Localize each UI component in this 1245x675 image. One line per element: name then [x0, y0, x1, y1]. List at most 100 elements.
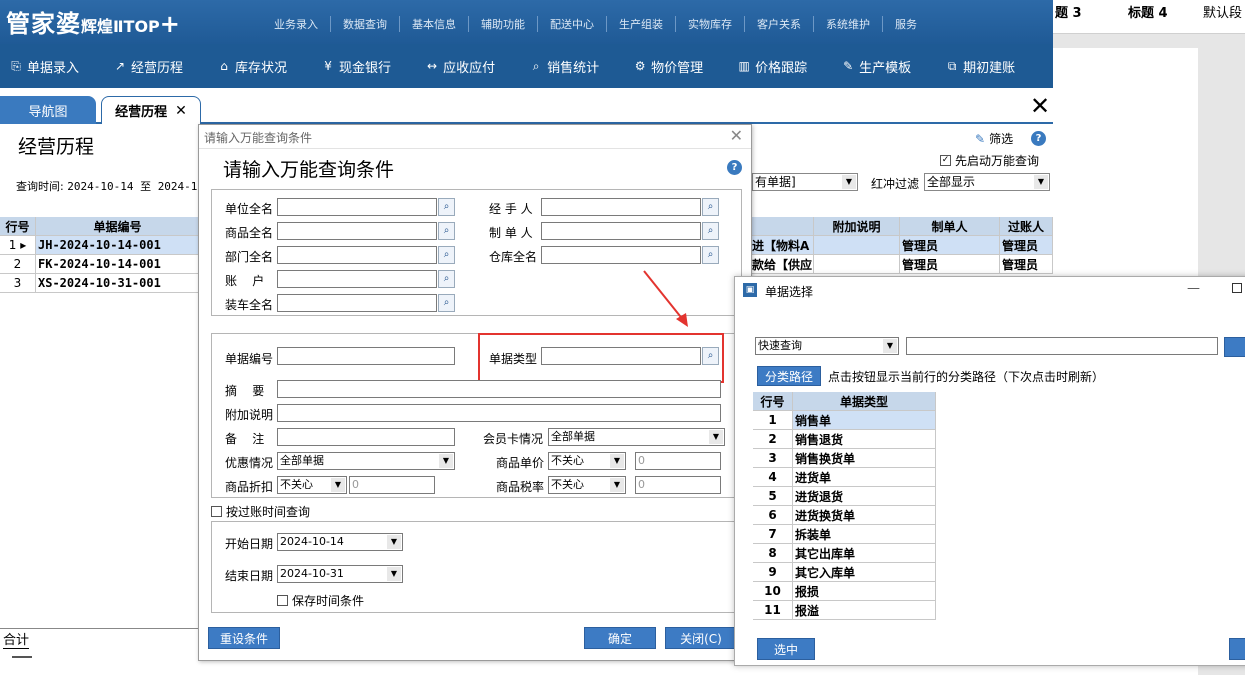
tax-rate-select[interactable]: 不关心 ▼: [548, 476, 626, 494]
warehouse-field[interactable]: [541, 246, 701, 264]
bill-filter-select[interactable]: 有单据] ▼: [752, 173, 858, 191]
table-row[interactable]: 2 销售退货: [753, 430, 936, 449]
department-field[interactable]: [277, 246, 437, 264]
table-row[interactable]: 3 销售换货单: [753, 449, 936, 468]
category-path-button[interactable]: 分类路径: [757, 366, 821, 386]
chevron-down-icon[interactable]: ▼: [842, 175, 856, 189]
search-icon[interactable]: ⌕: [438, 246, 455, 264]
chevron-down-icon[interactable]: ▼: [610, 478, 624, 492]
chevron-down-icon[interactable]: ▼: [709, 430, 723, 444]
reset-button[interactable]: 重设条件: [208, 627, 280, 649]
extra-field[interactable]: [277, 404, 721, 422]
save-time-checkbox[interactable]: 保存时间条件: [277, 592, 364, 609]
toolbar-stock-status[interactable]: ⌂ 库存状况: [217, 57, 287, 76]
search-icon[interactable]: ⌕: [702, 198, 719, 216]
account-field[interactable]: [277, 270, 437, 288]
table-row[interactable]: 3 XS-2024-10-31-001: [0, 274, 200, 293]
chevron-down-icon[interactable]: ▼: [387, 567, 401, 581]
search-icon[interactable]: ⌕: [702, 222, 719, 240]
menu-data-query[interactable]: 数据查询: [331, 16, 400, 32]
search-icon[interactable]: ⌕: [438, 222, 455, 240]
cancel-button[interactable]: [1229, 638, 1245, 660]
table-row[interactable]: 1 销售单: [753, 411, 936, 430]
loading-field[interactable]: [277, 294, 437, 312]
checkbox-icon[interactable]: [211, 506, 222, 517]
close-button[interactable]: 关闭(C): [665, 627, 737, 649]
close-icon[interactable]: ✕: [730, 126, 743, 145]
menu-system-maintenance[interactable]: 系统维护: [814, 16, 883, 32]
toolbar-cash-bank[interactable]: ¥ 现金银行: [321, 57, 391, 76]
search-icon[interactable]: ⌕: [702, 246, 719, 264]
search-button[interactable]: [1224, 337, 1245, 357]
table-row[interactable]: 1 ▸ JH-2024-10-14-001: [0, 236, 200, 255]
table-row[interactable]: 5 进货退货: [753, 487, 936, 506]
table-row[interactable]: 8 其它出库单: [753, 544, 936, 563]
product-discount-select[interactable]: 不关心 ▼: [277, 476, 347, 494]
menu-aux-functions[interactable]: 辅助功能: [469, 16, 538, 32]
toolbar-production-template[interactable]: ✎ 生产模板: [841, 57, 911, 76]
select-button[interactable]: 选中: [757, 638, 815, 660]
table-row[interactable]: 款给【供应 管理员 管理员: [752, 255, 1053, 274]
handler-field[interactable]: [541, 198, 701, 216]
tab-business-history[interactable]: 经营历程 ✕: [101, 96, 201, 124]
chevron-down-icon[interactable]: ▼: [439, 454, 453, 468]
help-icon[interactable]: ?: [727, 160, 742, 175]
end-date-picker[interactable]: 2024-10-31 ▼: [277, 565, 403, 583]
product-discount-value[interactable]: 0: [349, 476, 435, 494]
tax-rate-value[interactable]: 0: [635, 476, 721, 494]
table-row[interactable]: 4 进货单: [753, 468, 936, 487]
toolbar-receivables[interactable]: ↔ 应收应付: [425, 57, 495, 76]
filter-button[interactable]: ✎ 筛选: [975, 130, 1013, 147]
toolbar-sales-stats[interactable]: ⌕ 销售统计: [529, 57, 599, 76]
close-icon[interactable]: ✕: [175, 103, 187, 119]
menu-business-entry[interactable]: 业务录入: [262, 16, 331, 32]
table-row[interactable]: 10 报损: [753, 582, 936, 601]
minimize-icon[interactable]: —: [1187, 281, 1200, 296]
pre-query-checkbox[interactable]: ✓ 先启动万能查询: [940, 152, 1039, 169]
toolbar-bill-entry[interactable]: ⎘ 单据录入: [9, 57, 79, 76]
table-row[interactable]: 进【物料A 管理员 管理员: [752, 236, 1053, 255]
close-icon[interactable]: ✕: [1030, 94, 1050, 118]
chevron-down-icon[interactable]: ▼: [1034, 175, 1048, 189]
table-row[interactable]: 6 进货换货单: [753, 506, 936, 525]
product-field[interactable]: [277, 222, 437, 240]
toolbar-help[interactable]: ?帮助: [1049, 57, 1054, 76]
quick-query-input[interactable]: [906, 337, 1218, 355]
search-icon[interactable]: ⌕: [438, 270, 455, 288]
start-date-picker[interactable]: 2024-10-14 ▼: [277, 533, 403, 551]
quick-query-select[interactable]: 快速查询 ▼: [755, 337, 899, 355]
checkbox-icon[interactable]: ✓: [940, 155, 951, 166]
style-heading-3[interactable]: 题 3: [1055, 2, 1082, 21]
table-row[interactable]: 2 FK-2024-10-14-001: [0, 255, 200, 274]
search-icon[interactable]: ⌕: [438, 198, 455, 216]
ok-button[interactable]: 确定: [584, 627, 656, 649]
member-card-select[interactable]: 全部单据 ▼: [548, 428, 725, 446]
chevron-down-icon[interactable]: ▼: [387, 535, 401, 549]
unit-price-value[interactable]: 0: [635, 452, 721, 470]
toolbar-opening-accounts[interactable]: ⧉ 期初建账: [945, 57, 1015, 76]
summary-field[interactable]: [277, 380, 721, 398]
chevron-down-icon[interactable]: ▼: [610, 454, 624, 468]
creator-field[interactable]: [541, 222, 701, 240]
menu-basic-info[interactable]: 基本信息: [400, 16, 469, 32]
menu-physical-stock[interactable]: 实物库存: [676, 16, 745, 32]
by-post-time-checkbox[interactable]: 按过账时间查询: [211, 503, 310, 520]
unit-price-select[interactable]: 不关心 ▼: [548, 452, 626, 470]
search-icon[interactable]: ⌕: [438, 294, 455, 312]
style-heading-4[interactable]: 标题 4: [1128, 2, 1168, 21]
bill-no-field[interactable]: [277, 347, 455, 365]
toolbar-price-tracking[interactable]: ▥ 价格跟踪: [737, 57, 807, 76]
toolbar-price-management[interactable]: ⚙ 物价管理: [633, 57, 703, 76]
menu-service[interactable]: 服务: [883, 16, 929, 32]
maximize-icon[interactable]: [1232, 283, 1242, 293]
menu-customer-relations[interactable]: 客户关系: [745, 16, 814, 32]
table-row[interactable]: 11 报溢: [753, 601, 936, 620]
chevron-down-icon[interactable]: ▼: [331, 478, 345, 492]
discount-select[interactable]: 全部单据 ▼: [277, 452, 455, 470]
red-filter-select[interactable]: 全部显示 ▼: [924, 173, 1050, 191]
chevron-down-icon[interactable]: ▼: [883, 339, 897, 353]
help-icon[interactable]: ?: [1031, 131, 1046, 146]
style-default-paragraph[interactable]: 默认段: [1203, 2, 1242, 21]
horizontal-scrollbar[interactable]: [12, 656, 32, 658]
unit-field[interactable]: [277, 198, 437, 216]
